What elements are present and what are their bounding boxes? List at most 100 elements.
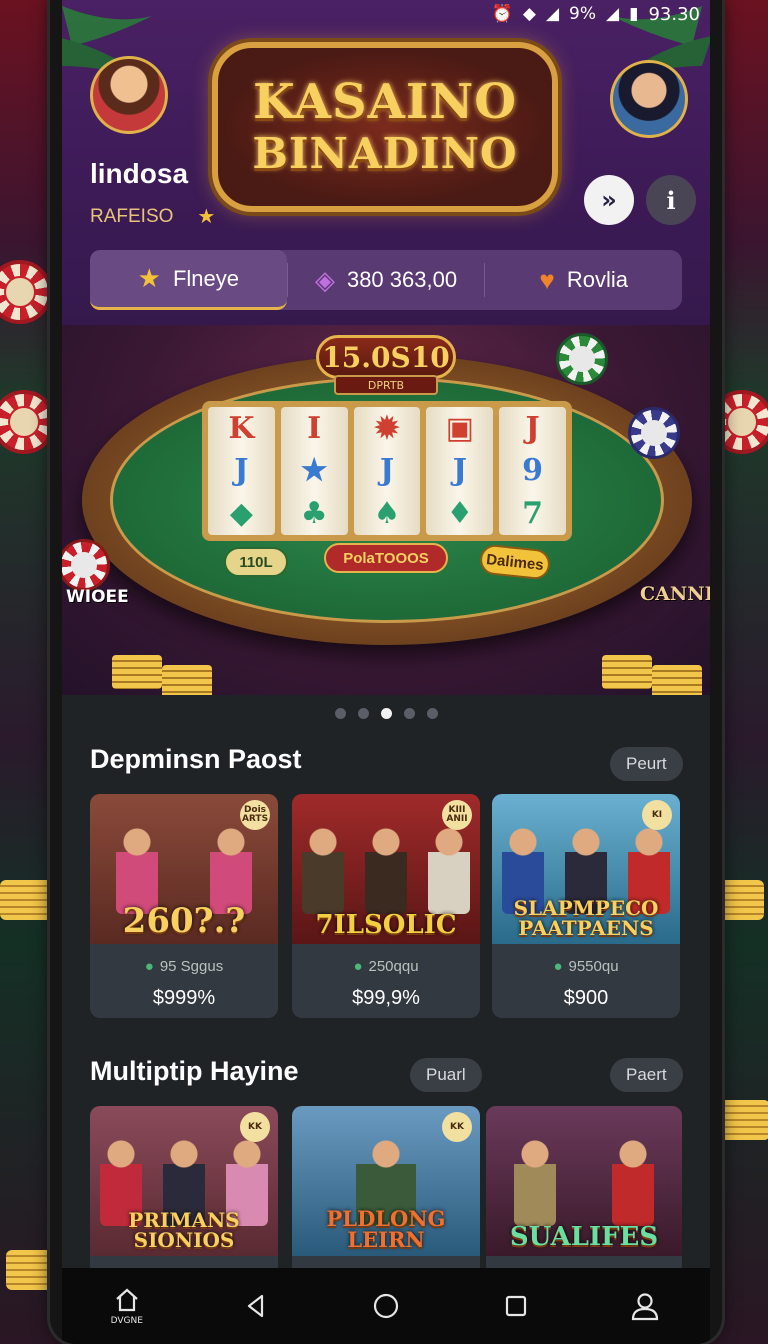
gem-icon: ◈ xyxy=(314,264,335,295)
nav-profile[interactable] xyxy=(610,1276,680,1336)
signal-icon: ◢ xyxy=(606,4,620,24)
card-tokens: ● 250qqu xyxy=(292,958,480,975)
battery-icon: ▮ xyxy=(629,4,639,24)
phone-frame: ⏰ ◆ ◢ 9% ◢ ▮ 93.30 KASAINO BINADINO lind… xyxy=(50,0,722,1344)
reel: ▣ J ♦ xyxy=(426,407,494,535)
stat-level[interactable]: ★ Flneye xyxy=(90,250,287,310)
reel: I ★ ♣ xyxy=(280,407,348,535)
info-button[interactable]: i xyxy=(646,175,696,225)
card-art-title: 260?.? xyxy=(122,901,246,941)
wifi-icon: ◆ xyxy=(522,4,536,24)
token-value: 250qqu xyxy=(368,958,419,975)
reel-symbol: 9 xyxy=(522,453,544,489)
reel-symbol: ★ xyxy=(300,453,328,489)
game-card[interactable]: KK PLDLONG LEIRN xyxy=(292,1106,480,1276)
card-badge: KIII ANII xyxy=(442,800,472,830)
token-value: 95 Sggus xyxy=(159,958,224,975)
character xyxy=(612,1136,654,1226)
carousel-dot[interactable] xyxy=(334,708,346,719)
friend-avatar[interactable] xyxy=(610,60,688,138)
bottom-navigation: DVGNE xyxy=(62,1268,710,1344)
casino-chip-icon xyxy=(556,333,608,385)
stat-label: Rovlia xyxy=(566,267,628,292)
card-artwork: Dois ARTS 260?.? xyxy=(90,794,278,944)
card-art-title: 7ILSOLIC xyxy=(315,910,457,940)
card-art-title: SUALIFES xyxy=(509,1222,659,1252)
token-icon: ● xyxy=(553,958,563,975)
carousel-dot[interactable] xyxy=(403,708,415,719)
card-price: $99,9% xyxy=(352,987,420,1009)
stat-label: 380 363,00 xyxy=(346,267,458,292)
casino-chip-icon xyxy=(62,539,110,591)
character xyxy=(302,824,345,914)
card-tokens: ● 9550qu xyxy=(492,958,680,975)
card-art-title: SLAPMPECO PAATPAENS xyxy=(513,896,659,940)
card-badge: Dois ARTS xyxy=(240,800,270,830)
nav-home-circle[interactable] xyxy=(351,1276,421,1336)
card-artwork: KIII ANII 7ILSOLIC xyxy=(292,794,480,944)
share-button[interactable]: » xyxy=(584,175,634,225)
carousel-dots xyxy=(62,708,710,719)
play-button[interactable]: PolaTOOOS xyxy=(324,543,448,573)
reel: K J ◆ xyxy=(208,407,275,535)
card-characters xyxy=(486,1126,682,1226)
game-card[interactable]: KK PRIMANS SIONIOS xyxy=(90,1106,278,1276)
user-avatar[interactable] xyxy=(90,56,168,134)
filter-button[interactable]: Puarl xyxy=(410,1058,482,1092)
carousel-dot[interactable] xyxy=(357,708,369,719)
header: ⏰ ◆ ◢ 9% ◢ ▮ 93.30 KASAINO BINADINO lind… xyxy=(62,0,710,325)
token-icon: ● xyxy=(353,958,363,975)
see-all-button[interactable]: Paert xyxy=(610,1058,683,1092)
game-card[interactable]: KIII ANII 7ILSOLIC ● 250qqu $99,9% xyxy=(292,794,480,1018)
card-badge: KK xyxy=(240,1112,270,1142)
nav-home-label: DVGNE xyxy=(110,1316,143,1326)
carousel-dot[interactable] xyxy=(426,708,438,719)
nav-home[interactable]: DVGNE xyxy=(92,1276,162,1336)
casino-chip-icon xyxy=(0,260,52,324)
card-artwork: KI SLAPMPECO PAATPAENS xyxy=(492,794,680,944)
game-card[interactable]: SUALIFES xyxy=(486,1106,682,1276)
stat-label: Flneye xyxy=(172,265,240,291)
nav-recents[interactable] xyxy=(481,1276,551,1336)
jackpot-label: DPRTB xyxy=(334,375,438,395)
clock: 93.30 xyxy=(648,3,700,25)
card-price: $999% xyxy=(152,987,216,1009)
card-artwork: KK PRIMANS SIONIOS xyxy=(90,1106,278,1256)
username: lindosa xyxy=(90,158,189,189)
game-card[interactable]: KI SLAPMPECO PAATPAENS ● 9550qu $900 xyxy=(492,794,680,1018)
reel-symbol: J xyxy=(379,453,395,489)
star-icon: ★ xyxy=(197,206,216,228)
reel-symbol: J xyxy=(234,453,249,489)
jackpot-amount: 15.0S10 xyxy=(316,335,456,379)
card-price: $900 xyxy=(563,987,609,1009)
character xyxy=(364,824,407,914)
reel-symbol: ♣ xyxy=(300,496,328,532)
reel-symbol: ◆ xyxy=(229,496,253,532)
signal-icon: ◢ xyxy=(545,4,560,24)
card-meta: ● 250qqu $99,9% xyxy=(292,944,480,1018)
slot-reels: K J ◆ I ★ ♣ ✹ J ♠ ▣ J ♦ J 9 7 xyxy=(202,401,572,541)
reel: ✹ J ♠ xyxy=(353,407,421,535)
coin-stack-icon xyxy=(652,665,702,695)
reel-symbol: ▣ xyxy=(445,410,474,446)
app-screen: ⏰ ◆ ◢ 9% ◢ ▮ 93.30 KASAINO BINADINO lind… xyxy=(62,0,710,1344)
reel-symbol: ♦ xyxy=(446,496,474,532)
see-all-button[interactable]: Peurt xyxy=(610,747,683,781)
game-card[interactable]: Dois ARTS 260?.? ● 95 Sggus $999% xyxy=(90,794,278,1018)
carousel-dot-active[interactable] xyxy=(380,708,392,719)
card-meta: ● 95 Sggus $999% xyxy=(90,944,278,1018)
home-icon xyxy=(116,1288,138,1312)
featured-banner[interactable]: 15.0S10 DPRTB K J ◆ I ★ ♣ ✹ J ♠ ▣ J ♦ J … xyxy=(62,325,710,695)
stat-coins[interactable]: ◈ 380 363,00 xyxy=(288,250,485,310)
reel-symbol: I xyxy=(307,410,322,446)
forward-arrows-icon: » xyxy=(601,186,617,214)
info-icon: i xyxy=(666,185,676,215)
nav-back[interactable] xyxy=(221,1276,291,1336)
card-art-title: PRIMANS SIONIOS xyxy=(128,1208,240,1252)
card-meta: ● 9550qu $900 xyxy=(492,944,680,1018)
reel-symbol: J xyxy=(525,410,540,446)
stat-lives[interactable]: ♥ Rovlia xyxy=(485,250,682,310)
reel-symbol: ♠ xyxy=(373,496,401,532)
bet-pill[interactable]: 110L xyxy=(224,547,288,577)
token-icon: ● xyxy=(144,958,154,975)
